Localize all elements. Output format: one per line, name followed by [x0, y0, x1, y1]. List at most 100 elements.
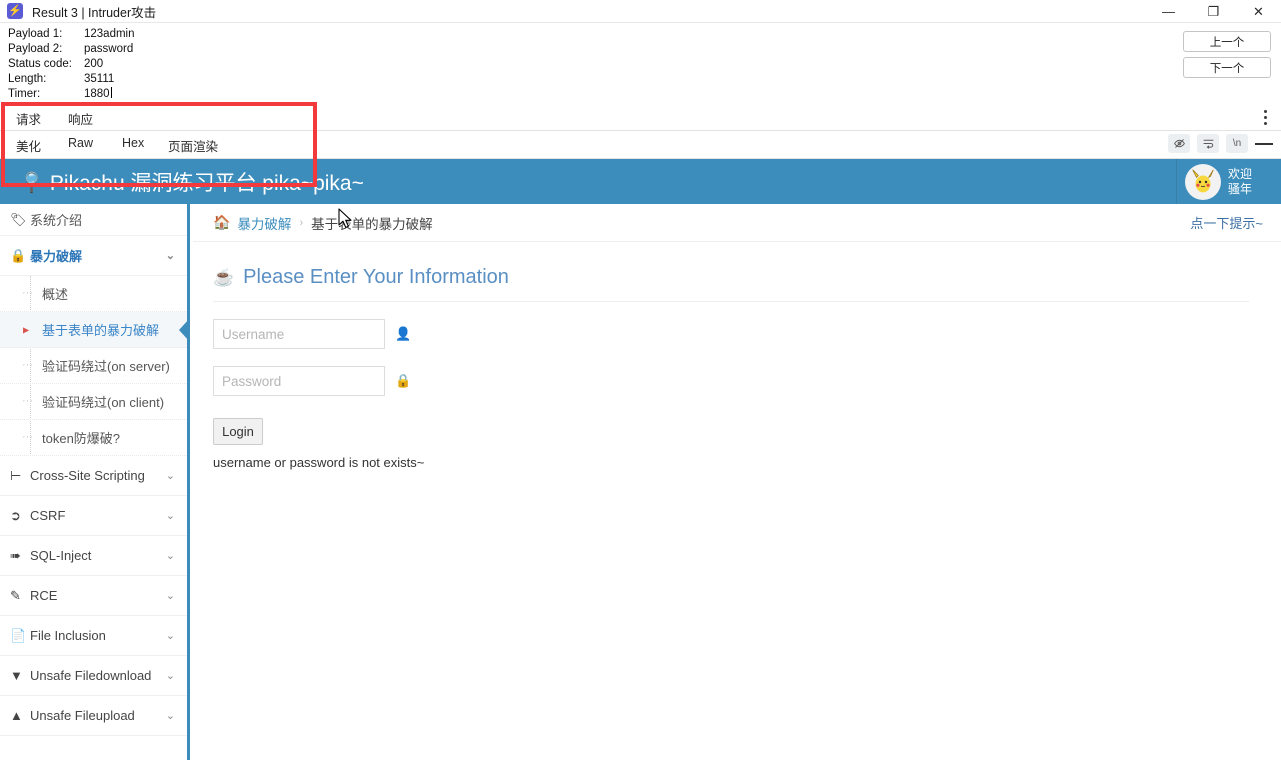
sidebar-item-captcha-client[interactable]: 验证码绕过(on client)	[0, 384, 187, 420]
sidebar-section-unsafe-filedownload[interactable]: ▼ Unsafe Filedownload ⌄	[0, 656, 187, 696]
lock-icon: 🔒	[395, 373, 412, 388]
home-icon[interactable]: 🏠	[213, 214, 230, 231]
chevron-down-icon: ⌄	[165, 550, 175, 562]
tab-response[interactable]: 响应	[61, 104, 100, 134]
main-content: 🏠 暴力破解 › 基于表单的暴力破解 点一下提示~ ☕ Please Enter…	[193, 204, 1281, 760]
breadcrumb-current: 基于表单的暴力破解	[311, 216, 433, 232]
password-field-row: 🔒	[213, 366, 1281, 396]
tab-hex[interactable]: Hex	[120, 131, 146, 156]
sidebar-item-intro[interactable]: 🏷 系统介绍	[0, 204, 187, 236]
form-title: ☕ Please Enter Your Information	[213, 266, 1249, 302]
summary-value: 35111	[84, 73, 115, 85]
sidebar-item-label: 验证码绕过(on client)	[42, 395, 165, 410]
rendered-response-page: 🔍 Pikachu 漏洞练习平台 pika~pika~ 欢迎 骚年 🏷 系统介绍…	[0, 159, 1281, 760]
pikachu-body: 🏷 系统介绍 🔒 暴力破解 ⌄ 概述 基于表单的暴力破解	[0, 204, 1281, 760]
tab-render[interactable]: 页面渲染	[161, 131, 225, 161]
login-button[interactable]: Login	[213, 418, 263, 445]
sidebar-item-form-brute-force[interactable]: 基于表单的暴力破解	[0, 312, 190, 348]
tag-icon: 🏷	[10, 211, 27, 227]
tab-raw[interactable]: Raw	[66, 131, 95, 156]
summary-label: Payload 2:	[8, 43, 63, 55]
hint-link[interactable]: 点一下提示~	[1190, 213, 1263, 232]
close-button[interactable]: ✕	[1236, 0, 1281, 23]
minimize-button[interactable]: —	[1146, 0, 1191, 23]
sidebar-section-label: File Inclusion	[30, 628, 106, 643]
tab-pretty[interactable]: 美化	[14, 131, 43, 161]
sidebar-section-label: Unsafe Fileupload	[30, 708, 135, 723]
breadcrumb-separator: ›	[299, 216, 304, 229]
pikachu-header: 🔍 Pikachu 漏洞练习平台 pika~pika~ 欢迎 骚年	[0, 159, 1281, 204]
more-options-icon[interactable]	[1257, 106, 1273, 128]
sidebar-section-xss[interactable]: ⊢ Cross-Site Scripting ⌄	[0, 456, 187, 496]
summary-row: Timer: 1880	[8, 87, 135, 102]
sidebar-section-label: Cross-Site Scripting	[30, 468, 145, 483]
username-input[interactable]	[213, 319, 385, 349]
file-icon: 📄	[10, 627, 27, 643]
pikachu-brand: 🔍 Pikachu 漏洞练习平台 pika~pika~	[19, 167, 364, 197]
hamburger-menu-icon[interactable]	[1255, 134, 1273, 153]
newline-icon[interactable]: \n	[1226, 134, 1248, 153]
chevron-down-icon: ⌄	[165, 670, 175, 682]
sidebar-section-sql-inject[interactable]: ➠ SQL-Inject ⌄	[0, 536, 187, 576]
eye-off-glyph	[1173, 139, 1185, 148]
previous-result-button[interactable]: 上一个	[1183, 31, 1271, 52]
next-result-button[interactable]: 下一个	[1183, 57, 1271, 78]
sidebar-item-overview[interactable]: 概述	[0, 276, 187, 312]
window-controls: — ❐ ✕	[1146, 0, 1281, 23]
eye-off-icon[interactable]	[1168, 134, 1190, 153]
window-titlebar: ⚡ Result 3 | Intruder攻击 — ❐ ✕	[0, 0, 1281, 23]
chevron-down-icon: ⌄	[165, 710, 175, 722]
summary-label: Payload 1:	[8, 28, 63, 40]
user-panel[interactable]: 欢迎 骚年	[1176, 159, 1281, 204]
share-icon: ➲	[10, 507, 21, 523]
chevron-down-icon: ⌄	[165, 590, 175, 602]
attack-result-summary: Payload 1: 123admin Payload 2: password …	[8, 27, 135, 102]
chevron-down-icon: ⌄	[165, 470, 175, 482]
summary-value: 200	[84, 58, 104, 70]
summary-row: Payload 2: password	[8, 42, 135, 57]
response-view-tabs: 美化 Raw Hex 页面渲染	[0, 131, 1281, 161]
password-input[interactable]	[213, 366, 385, 396]
result-navigation: 上一个 下一个	[1183, 31, 1271, 83]
coffee-cup-icon: ☕	[213, 267, 235, 287]
welcome-text: 欢迎 骚年	[1228, 167, 1252, 197]
summary-label: Timer:	[8, 88, 41, 100]
sidebar-section-csrf[interactable]: ➲ CSRF ⌄	[0, 496, 187, 536]
breadcrumb-parent-link[interactable]: 暴力破解	[237, 213, 291, 233]
error-message: username or password is not exists~	[213, 455, 425, 470]
summary-label: Status code:	[8, 58, 72, 70]
sidebar-item-label: 基于表单的暴力破解	[42, 323, 160, 338]
welcome-line-2: 骚年	[1228, 181, 1253, 196]
tab-request[interactable]: 请求	[14, 104, 43, 134]
summary-value: 123admin	[84, 28, 135, 40]
sidebar-item-label: 验证码绕过(on server)	[42, 359, 170, 374]
pikachu-avatar	[1185, 163, 1221, 200]
sidebar-section-brute-force[interactable]: 🔒 暴力破解 ⌄	[0, 236, 187, 276]
sidebar-section-rce[interactable]: ✎ RCE ⌄	[0, 576, 187, 616]
burp-lightning-icon: ⚡	[7, 3, 23, 19]
sidebar-section-file-inclusion[interactable]: 📄 File Inclusion ⌄	[0, 616, 187, 656]
window-title: Result 3 | Intruder攻击	[32, 5, 157, 20]
maximize-button[interactable]: ❐	[1191, 0, 1236, 23]
summary-row: Payload 1: 123admin	[8, 27, 135, 42]
word-wrap-icon[interactable]	[1197, 134, 1219, 153]
sidebar-item-label: 概述	[42, 287, 69, 302]
sidebar: 🏷 系统介绍 🔒 暴力破解 ⌄ 概述 基于表单的暴力破解	[0, 204, 190, 760]
summary-value: 1880	[84, 87, 112, 100]
text-caret	[110, 87, 112, 98]
form-title-text: Please Enter Your Information	[243, 266, 509, 288]
sidebar-item-token[interactable]: token防爆破?	[0, 420, 187, 456]
summary-row: Length: 35111	[8, 72, 135, 87]
sidebar-section-label: CSRF	[30, 508, 66, 523]
sidebar-section-label: RCE	[30, 588, 58, 603]
chevron-down-icon: ⌄	[165, 250, 175, 262]
sidebar-section-label: Unsafe Filedownload	[30, 668, 152, 683]
lock-icon: 🔒	[10, 247, 27, 263]
word-wrap-glyph	[1203, 139, 1213, 149]
sidebar-subitems: 概述 基于表单的暴力破解 验证码绕过(on server) 验证码绕过(on c…	[0, 276, 190, 456]
sidebar-item-captcha-server[interactable]: 验证码绕过(on server)	[0, 348, 187, 384]
pencil-icon: ✎	[10, 587, 21, 603]
sidebar-section-unsafe-fileupload[interactable]: ▲ Unsafe Fileupload ⌄	[0, 696, 187, 736]
plane-icon: ➠	[10, 547, 21, 563]
username-field-row: 👤	[213, 319, 1281, 349]
